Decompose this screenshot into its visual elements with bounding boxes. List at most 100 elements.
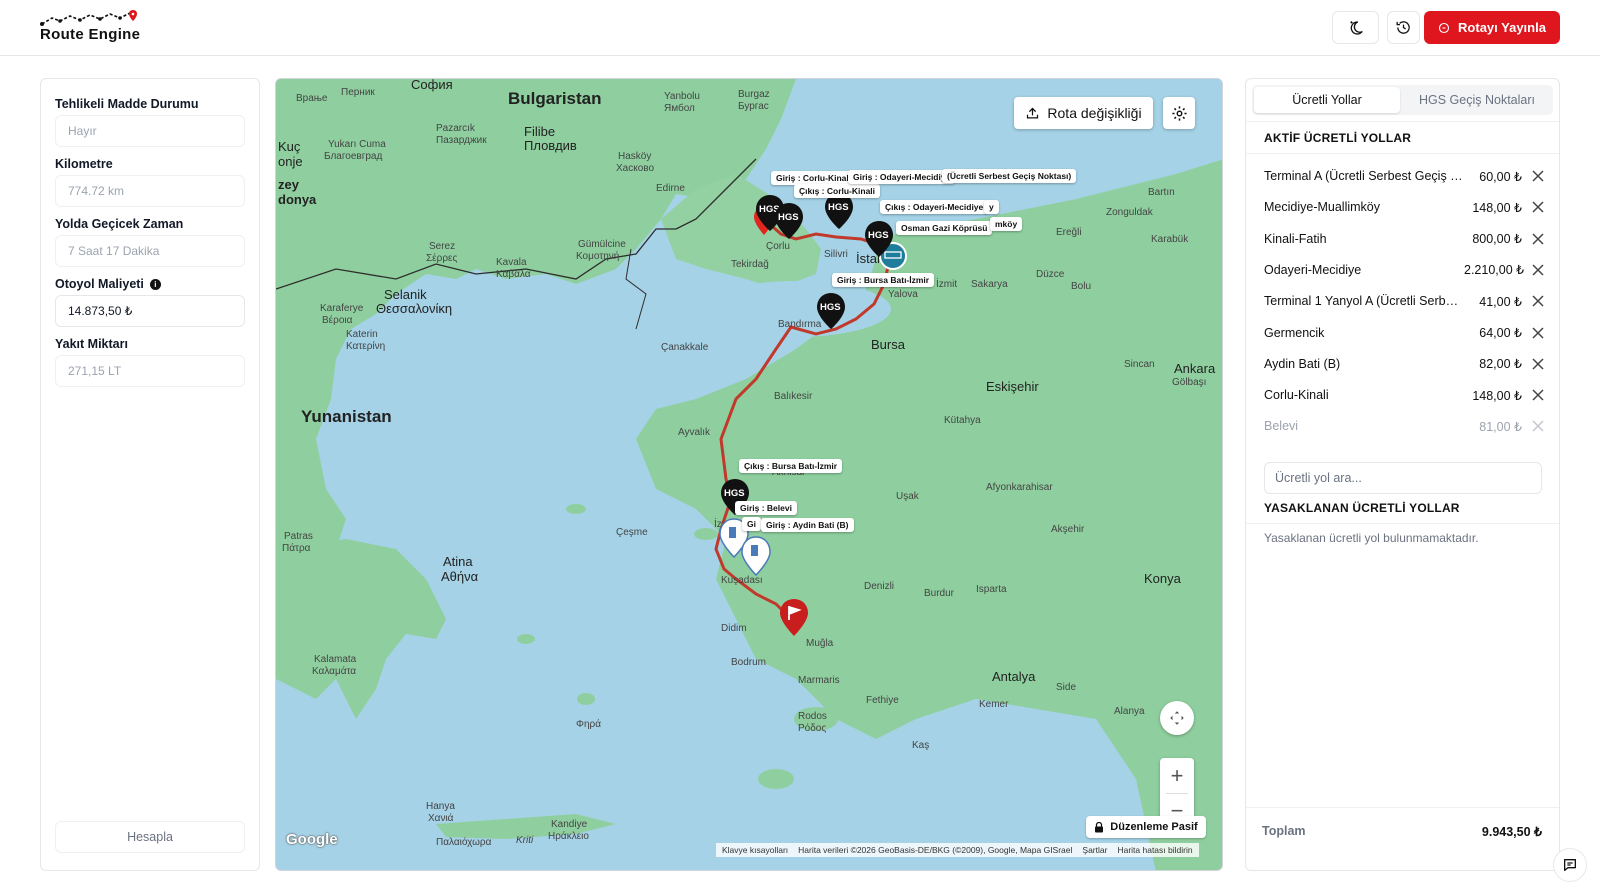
toll-row: Corlu-Kinali 148,00 ₺: [1264, 384, 1544, 406]
recenter-button[interactable]: [1160, 701, 1194, 735]
toll-row: Germencik 64,00 ₺: [1264, 322, 1544, 344]
toll-search-input[interactable]: Ücretli yol ara...: [1264, 462, 1542, 494]
chat-button[interactable]: [1553, 848, 1587, 882]
zoom-in-button[interactable]: +: [1160, 758, 1194, 793]
keyboard-shortcuts-link[interactable]: Klavye kısayolları: [722, 845, 788, 855]
info-icon[interactable]: i: [149, 278, 161, 290]
pin-label: Giriş : Aydin Bati (B): [761, 518, 854, 532]
remove-toll-button[interactable]: [1522, 264, 1544, 276]
route-change-button[interactable]: Rota değişikliği: [1014, 97, 1153, 129]
logo-text: Route Engine: [40, 26, 141, 43]
map-data-text: Harita verileri ©2026 GeoBasis-DE/BKG (©…: [798, 845, 1073, 855]
lock-icon: [1095, 821, 1104, 832]
fuel-station-icon[interactable]: [741, 536, 771, 577]
toll-name: Corlu-Kinali: [1264, 388, 1329, 403]
total-value: 9.943,50 ₺: [1481, 825, 1542, 839]
close-icon: [1532, 358, 1544, 370]
map-settings-button[interactable]: [1163, 97, 1195, 129]
destination-flag-icon[interactable]: [780, 599, 808, 636]
pin-label: Giriş : Bursa Batı-İzmir: [832, 273, 935, 287]
remove-toll-button[interactable]: [1522, 233, 1544, 245]
hgs-marker[interactable]: HGS: [863, 221, 895, 257]
circle-x-icon: [1438, 22, 1450, 33]
close-icon: [1532, 233, 1544, 245]
pin-label: Osman Gazi Köprüsü: [896, 221, 993, 235]
toll-row: Aydin Bati (B) 82,00 ₺: [1264, 353, 1544, 375]
pin-label: y: [984, 200, 999, 214]
remove-toll-button[interactable]: [1522, 420, 1544, 432]
toll-price: 81,00 ₺: [1479, 419, 1522, 434]
divider: [1246, 807, 1559, 808]
remove-toll-button[interactable]: [1522, 201, 1544, 213]
toll-price: 2.210,00 ₺: [1464, 263, 1525, 278]
total-label: Toplam: [1262, 824, 1306, 838]
tab-toll-roads[interactable]: Ücretli Yollar: [1254, 87, 1400, 113]
hazard-label: Tehlikeli Madde Durumu: [55, 97, 199, 111]
toll-row: Terminal 1 Yanyol A (Ücretli Serbest Geç…: [1264, 290, 1544, 312]
close-icon: [1532, 326, 1544, 339]
hazard-field[interactable]: Hayır: [55, 115, 245, 147]
remove-toll-button[interactable]: [1522, 389, 1544, 401]
toll-price: 64,00 ₺: [1479, 326, 1522, 340]
hgs-label: HGS: [778, 212, 799, 223]
expand-arrows-icon: [1170, 711, 1184, 725]
remove-toll-button[interactable]: [1522, 358, 1544, 370]
fuel-field[interactable]: 271,15 LT: [55, 355, 245, 387]
fuel-label: Yakıt Miktarı: [55, 337, 128, 351]
total-row: Toplam 9.943,50 ₺: [1262, 824, 1542, 839]
cost-label-row: Otoyol Maliyeti i: [55, 277, 161, 291]
toll-name: Terminal 1 Yanyol A (Ücretli Serbest Geç…: [1264, 294, 1464, 309]
banned-empty-message: Yasaklanan ücretli yol bulunmamaktadır.: [1264, 531, 1479, 545]
cost-field[interactable]: 14.873,50 ₺: [55, 295, 245, 327]
night-mode-button[interactable]: [1332, 11, 1379, 44]
toll-price: 148,00 ₺: [1472, 388, 1522, 403]
edit-status-label: Düzenleme Pasif: [1110, 821, 1198, 833]
remove-toll-button[interactable]: [1522, 170, 1544, 182]
publish-route-button[interactable]: Rotayı Yayınla: [1424, 11, 1560, 44]
divider: [1246, 523, 1559, 524]
time-field[interactable]: 7 Saat 17 Dakika: [55, 235, 245, 267]
google-logo: Google: [286, 831, 338, 848]
time-label: Yolda Geçicek Zaman: [55, 217, 184, 231]
toll-name: Germencik: [1264, 325, 1325, 340]
publish-route-label: Rotayı Yayınla: [1458, 20, 1546, 35]
route-summary-panel: Tehlikeli Madde Durumu Hayır Kilometre 7…: [40, 78, 260, 871]
map-attribution: Klavye kısayolları Harita verileri ©2026…: [716, 843, 1199, 857]
calculate-button[interactable]: Hesapla: [55, 821, 245, 853]
route-change-label: Rota değişikliği: [1047, 105, 1142, 121]
app-header: Route Engine Rotayı Yayınla: [0, 0, 1600, 56]
hgs-label: HGS: [868, 230, 889, 241]
toll-price: 800,00 ₺: [1472, 232, 1522, 247]
toll-price: 148,00 ₺: [1472, 200, 1522, 215]
gear-icon: [1171, 105, 1187, 121]
toll-roads-panel: Ücretli Yollar HGS Geçiş Noktaları AKTİF…: [1245, 78, 1560, 871]
history-button[interactable]: [1387, 11, 1420, 44]
divider: [1246, 121, 1559, 122]
cost-label: Otoyol Maliyeti: [55, 277, 144, 291]
remove-toll-button[interactable]: [1522, 295, 1544, 307]
pin-label: mköy: [990, 217, 1023, 231]
divider: [1246, 153, 1559, 154]
close-icon: [1532, 170, 1544, 182]
km-field[interactable]: 774.72 km: [55, 175, 245, 207]
banned-tolls-title: YASAKLANAN ÜCRETLİ YOLLAR: [1264, 501, 1460, 515]
close-icon: [1532, 420, 1544, 432]
close-icon: [1532, 295, 1544, 307]
route-map[interactable]: Bulgaristan Yunanistan София Перник Врањ…: [275, 78, 1223, 871]
report-error-link[interactable]: Harita hatası bildirin: [1117, 845, 1192, 855]
remove-toll-button[interactable]: [1522, 326, 1544, 339]
toll-name: Kinali-Fatih: [1264, 231, 1327, 246]
hgs-marker[interactable]: HGS: [773, 203, 805, 239]
tab-hgs-points[interactable]: HGS Geçiş Noktaları: [1403, 87, 1551, 113]
pin-label: Çıkış : Corlu-Kinali: [794, 184, 881, 198]
hgs-marker[interactable]: HGS: [815, 293, 847, 329]
toll-price: 82,00 ₺: [1479, 357, 1522, 372]
toll-name: Aydin Bati (B): [1264, 356, 1341, 371]
hgs-marker[interactable]: HGS: [823, 193, 855, 229]
terms-link[interactable]: Şartlar: [1082, 845, 1107, 855]
close-icon: [1532, 389, 1544, 401]
pin-label: (Ücretli Serbest Geçiş Noktası): [942, 169, 1077, 183]
route-engine-logo[interactable]: Route Engine: [40, 10, 150, 44]
edit-status-badge[interactable]: Düzenleme Pasif: [1086, 816, 1206, 838]
upload-icon: [1027, 107, 1039, 118]
